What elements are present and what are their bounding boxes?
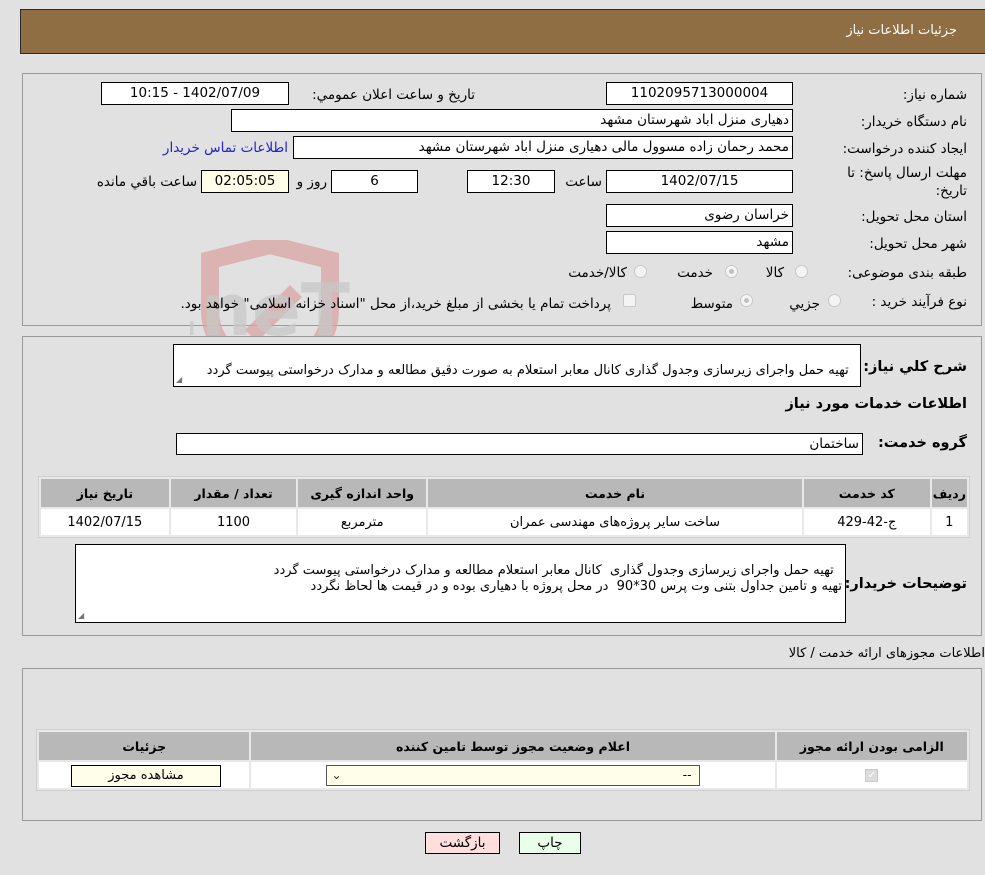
col-permit-required: الزامی بودن ارائه مجوز: [776, 732, 967, 760]
deadline-label: مهلت ارسال پاسخ: تا تاریخ:: [847, 164, 967, 200]
province-label: استان محل تحویل:: [861, 209, 967, 225]
description-label: شرح کلي نياز:: [863, 359, 967, 375]
permits-section-title: اطلاعات مجوزهای ارائه خدمت / کالا: [788, 646, 985, 661]
col-row-number: ردیف: [931, 479, 967, 507]
cell-service-code: ج-42-429: [803, 509, 930, 535]
permits-table-header: الزامی بودن ارائه مجوز اعلام وضعیت مجوز …: [39, 732, 967, 760]
buyer-contact-link[interactable]: اطلاعات تماس خریدار: [163, 140, 288, 156]
need-number-field: 1102095713000004: [606, 82, 793, 105]
province-field: خراسان رضوی: [606, 204, 793, 227]
col-service-name: نام خدمت: [428, 479, 802, 507]
resize-grip-icon[interactable]: ◢: [176, 376, 184, 384]
cell-permit-details: مشاهده مجوز: [39, 762, 250, 788]
services-table-header: ردیف کد خدمت نام خدمت واحد اندازه گیری ت…: [41, 479, 967, 507]
deadline-label-line1: مهلت ارسال پاسخ: تا: [847, 165, 967, 181]
resize-grip-icon[interactable]: ◢: [78, 612, 86, 620]
table-row: 1 ج-42-429 ساخت سایر پروژه‌های مهندسی عم…: [41, 509, 967, 535]
announce-datetime-field: 1402/07/09 - 10:15: [101, 82, 289, 105]
buyer-org-field: دهیاری منزل اباد شهرستان مشهد: [231, 109, 793, 132]
treasury-note: پرداخت تمام یا بخشی از مبلغ خرید،از محل …: [180, 296, 611, 312]
need-number-label: شماره نیاز:: [902, 87, 967, 103]
deadline-time-label: ساعت: [565, 174, 602, 190]
process-option-medium: متوسط: [690, 296, 733, 312]
col-permit-status: اعلام وضعیت مجوز توسط تامین کننده: [251, 732, 775, 760]
services-section-title: اطلاعات خدمات مورد نياز: [785, 396, 967, 412]
page-header: جزئیات اطلاعات نیاز: [20, 9, 985, 54]
print-button[interactable]: چاپ: [519, 832, 581, 854]
col-permit-details: جزئیات: [39, 732, 250, 760]
permit-required-checkbox: ✓: [865, 768, 879, 782]
description-text: تهیه حمل واجرای زیرسازی وجدول گذاری کانا…: [206, 363, 849, 378]
cell-permit-required: ✓: [776, 762, 967, 788]
cell-need-date: 1402/07/15: [41, 509, 169, 535]
days-label: روز و: [296, 174, 327, 190]
permit-status-value: --: [682, 768, 692, 782]
requester-field: محمد رحمان زاده مسوول مالی دهیاری منزل ا…: [293, 136, 793, 159]
remaining-time-label: ساعت باقي مانده: [96, 174, 197, 190]
services-table: ردیف کد خدمت نام خدمت واحد اندازه گیری ت…: [38, 476, 970, 538]
col-service-code: کد خدمت: [803, 479, 930, 507]
category-radio-goods-service[interactable]: [634, 265, 647, 278]
service-group-field: ساختمان: [176, 433, 863, 455]
col-unit: واحد اندازه گیری: [298, 479, 427, 507]
process-radio-minor[interactable]: [828, 294, 841, 307]
category-option-goods: کالا: [765, 265, 784, 281]
view-permit-button[interactable]: مشاهده مجوز: [71, 765, 221, 787]
remaining-time-field: 02:05:05: [201, 170, 289, 193]
description-textarea[interactable]: تهیه حمل واجرای زیرسازی وجدول گذاری کانا…: [173, 344, 861, 387]
city-field: مشهد: [606, 231, 793, 254]
process-radio-medium[interactable]: [740, 294, 753, 307]
treasury-checkbox[interactable]: [623, 294, 636, 307]
cell-permit-status: -- ⌄: [251, 762, 775, 788]
cell-row-number: 1: [931, 509, 967, 535]
service-group-label: گروه خدمت:: [877, 435, 967, 451]
category-option-service: خدمت: [677, 265, 713, 281]
buyer-notes-label: توضیحات خریدار:: [844, 576, 967, 592]
announce-datetime-label: تاریخ و ساعت اعلان عمومي:: [312, 87, 475, 103]
city-label: شهر محل تحویل:: [869, 236, 967, 252]
purchase-process-label: نوع فرآیند خرید :: [871, 294, 967, 310]
permit-status-select[interactable]: -- ⌄: [326, 765, 701, 786]
category-radio-goods[interactable]: [795, 265, 808, 278]
process-option-minor: جزيي: [789, 296, 820, 312]
buyer-org-label: نام دستگاه خریدار:: [860, 114, 967, 130]
buyer-notes-textarea[interactable]: تهیه حمل واجرای زیرسازی وجدول گذاری کانا…: [75, 544, 846, 623]
category-option-goods-service: کالا/خدمت: [568, 265, 627, 281]
deadline-label-line2: تاریخ:: [935, 183, 967, 199]
cell-quantity: 1100: [170, 509, 297, 535]
back-button[interactable]: بازگشت: [425, 832, 500, 854]
remaining-days-field: 6: [331, 170, 418, 193]
col-quantity: تعداد / مقدار: [170, 479, 297, 507]
requester-label: ایجاد کننده درخواست:: [842, 141, 967, 157]
buyer-notes-text: تهیه حمل واجرای زیرسازی وجدول گذاری کانا…: [273, 563, 842, 594]
page-title: جزئیات اطلاعات نیاز: [846, 23, 957, 38]
chevron-down-icon: ⌄: [331, 768, 342, 782]
deadline-time-field: 12:30: [467, 170, 555, 193]
category-label: طبقه بندی موضوعی:: [847, 265, 967, 281]
cell-service-name: ساخت سایر پروژه‌های مهندسی عمران: [428, 509, 802, 535]
col-need-date: تاریخ نیاز: [41, 479, 169, 507]
cell-unit: مترمربع: [298, 509, 427, 535]
permits-table: الزامی بودن ارائه مجوز اعلام وضعیت مجوز …: [36, 729, 970, 791]
table-row: ✓ -- ⌄ مشاهده مجوز: [39, 762, 967, 788]
deadline-date-field: 1402/07/15: [606, 170, 793, 193]
category-radio-service[interactable]: [725, 265, 738, 278]
